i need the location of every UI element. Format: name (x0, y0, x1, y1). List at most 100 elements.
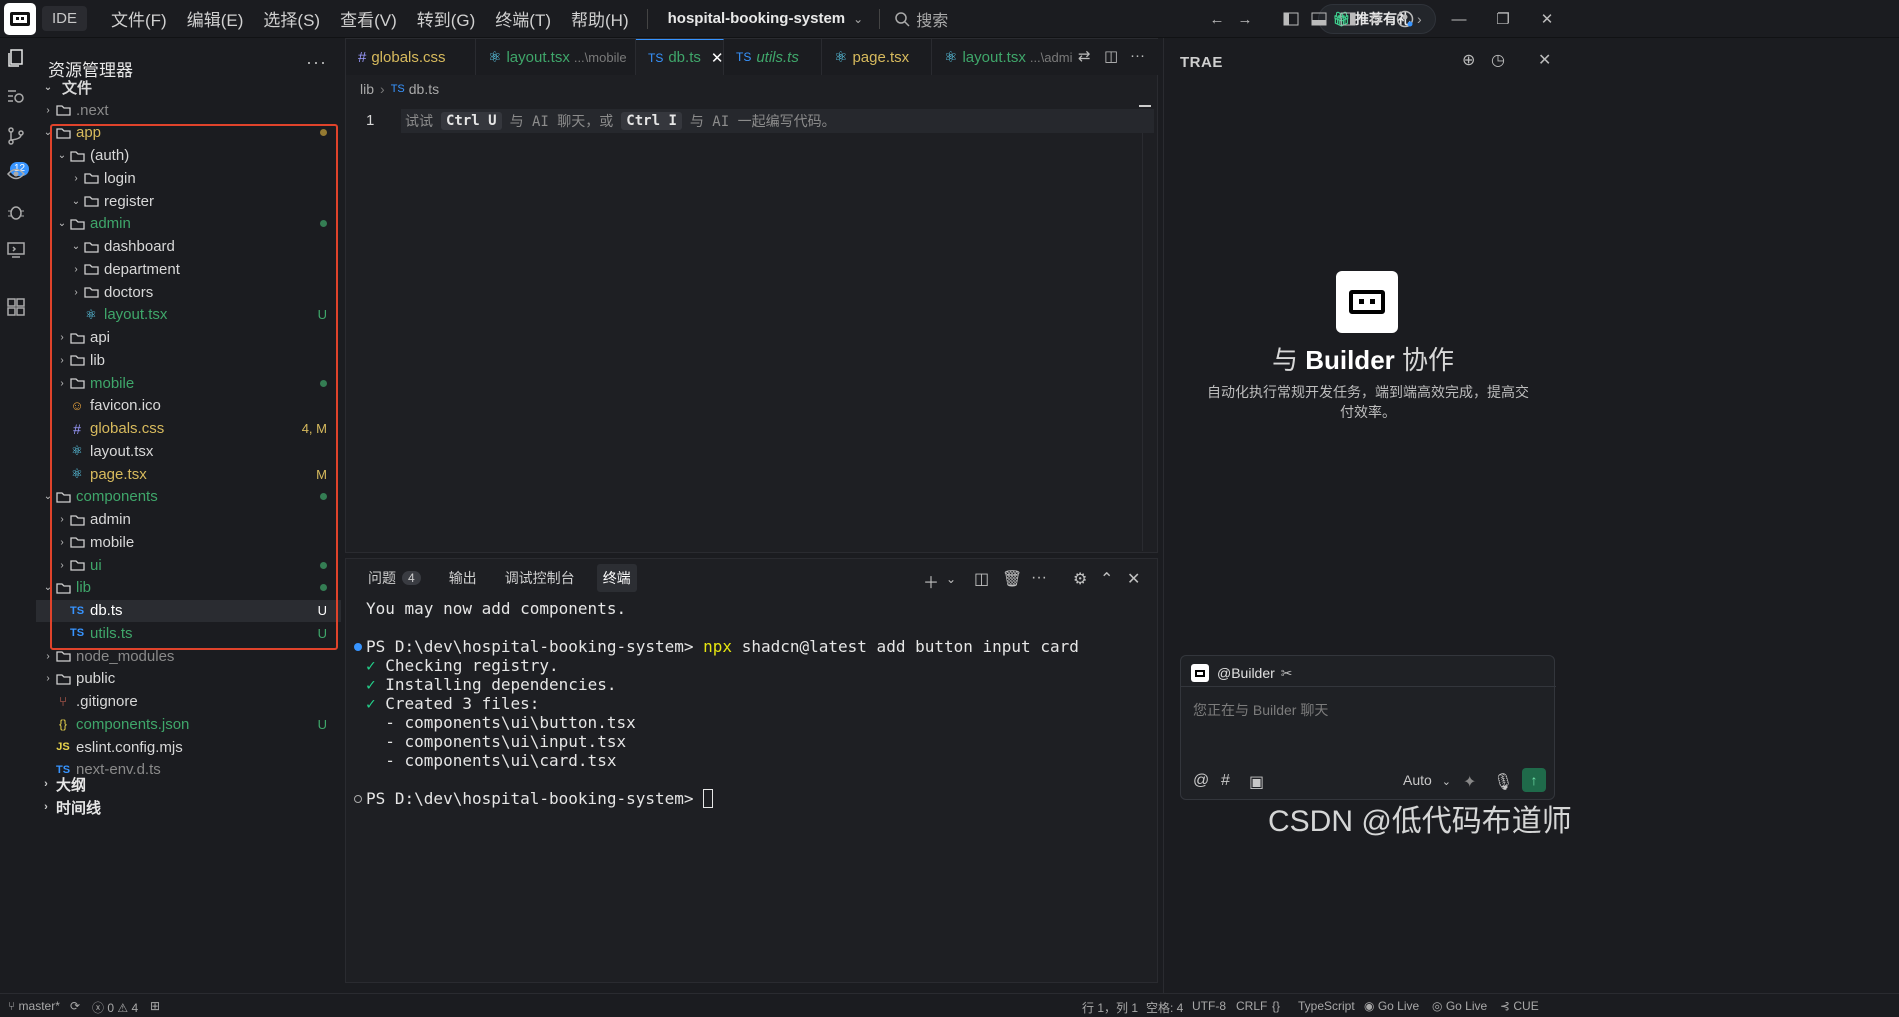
scrollbar[interactable] (1142, 133, 1143, 551)
menu-file[interactable]: 文件(F) (111, 6, 167, 31)
tab-terminal[interactable]: 终端 (596, 564, 637, 592)
chevron-down-icon[interactable]: ⌄ (853, 12, 863, 26)
debug-icon[interactable] (4, 200, 28, 224)
ide-mode-button[interactable]: IDE (42, 6, 88, 31)
close-panel-icon[interactable]: ✕ (1127, 569, 1140, 589)
remote-explorer-icon[interactable] (4, 238, 28, 262)
tree-item[interactable]: › public (36, 668, 341, 690)
hash-icon[interactable]: # (1221, 772, 1230, 790)
tree-item[interactable]: › mobile (36, 372, 341, 394)
restore-icon[interactable]: ❐ (1492, 8, 1514, 30)
cursor-position[interactable]: 行 1，列 1 (1082, 999, 1138, 1016)
extensions-icon[interactable] (4, 295, 28, 319)
more-actions-icon[interactable]: ··· (306, 52, 327, 73)
tree-item[interactable]: › lib (36, 349, 341, 371)
search-box[interactable]: 搜索 (894, 7, 948, 31)
eye-icon[interactable] (4, 162, 28, 186)
close-icon[interactable]: ✕ (1536, 8, 1558, 30)
explorer-icon[interactable] (4, 46, 28, 70)
toggle-right-panel-icon[interactable] (1337, 8, 1359, 30)
cue-button[interactable]: ⊰ CUE (1500, 999, 1539, 1013)
history-icon[interactable]: ◷ (1491, 50, 1505, 70)
menu-selection[interactable]: 选择(S) (263, 6, 320, 31)
tree-item[interactable]: ⚛ layout.tsx U (36, 304, 341, 326)
tree-item[interactable]: › .next (36, 99, 341, 121)
problems-indicator[interactable]: ⓧ 0 ⚠ 4 (92, 999, 138, 1016)
toggle-sidebar-icon[interactable] (1280, 8, 1302, 30)
back-arrow-icon[interactable]: ← (1206, 8, 1228, 30)
tab-debug-console[interactable]: 调试控制台 (499, 564, 581, 592)
tab-layout-mobile[interactable]: ⚛ layout.tsx ...\mobile (476, 39, 636, 75)
tree-item[interactable]: # globals.css 4, M (36, 418, 341, 440)
branch-indicator[interactable]: ⑂ master* (8, 999, 60, 1013)
tree-item[interactable]: › login (36, 167, 341, 189)
search-icon[interactable] (4, 84, 28, 108)
trash-icon[interactable]: 🗑︎ (1002, 569, 1022, 589)
maximize-panel-icon[interactable]: ⌃ (1100, 569, 1113, 589)
project-selector[interactable]: hospital-booking-system (668, 10, 846, 27)
go-live-button[interactable]: ◎ Go Live (1432, 999, 1487, 1013)
settings-sliders-icon[interactable]: ⚙︎ (1073, 569, 1087, 589)
tab-output[interactable]: 输出 (443, 564, 483, 592)
forward-arrow-icon[interactable]: → (1234, 8, 1256, 30)
encoding[interactable]: UTF-8 (1192, 999, 1226, 1013)
tree-item[interactable]: › doctors (36, 281, 341, 303)
tree-item[interactable]: ⑂ .gitignore (36, 691, 341, 713)
menu-view[interactable]: 查看(V) (340, 6, 397, 31)
agent-selector[interactable]: @Builder ✂ (1191, 662, 1293, 684)
terminal-output[interactable]: You may now add components. PS D:\dev\ho… (354, 599, 1154, 808)
tab-layout-admin[interactable]: ⚛ layout.tsx ...\admin (932, 39, 1072, 75)
tree-item[interactable]: ⌄ register (36, 190, 341, 212)
menu-help[interactable]: 帮助(H) (571, 6, 629, 31)
editor-line[interactable]: 试试 Ctrl U 与 AI 聊天，或 Ctrl I 与 AI 一起编写代码。 (401, 109, 1154, 133)
minimize-icon[interactable]: — (1448, 8, 1470, 30)
account-icon[interactable] (1394, 8, 1416, 30)
close-icon[interactable]: ✕ (1538, 50, 1551, 70)
menu-edit[interactable]: 编辑(E) (187, 6, 244, 31)
ports-icon[interactable]: ⊞ (150, 999, 160, 1013)
tree-item[interactable]: JS eslint.config.mjs (36, 736, 341, 758)
timeline-section[interactable]: › 时间线 (36, 796, 341, 818)
tree-item[interactable]: ⌄ (auth) (36, 145, 341, 167)
breadcrumb-file[interactable]: db.ts (409, 81, 439, 97)
tree-item[interactable]: ⌄ admin (36, 213, 341, 235)
tree-item[interactable]: TS utils.ts U (36, 622, 341, 644)
sparkle-icon[interactable]: ✦ (1463, 772, 1476, 792)
tree-item[interactable]: TS db.ts U (36, 599, 341, 622)
tree-item[interactable]: ☺ favicon.ico (36, 395, 341, 417)
sync-icon[interactable]: ⟳ (70, 999, 80, 1013)
image-icon[interactable]: ▣ (1249, 772, 1264, 792)
send-button[interactable]: ↑ (1522, 768, 1546, 792)
tree-item[interactable]: ⚛ page.tsx M (36, 463, 341, 485)
tree-item[interactable]: › ui (36, 554, 341, 576)
language-mode[interactable]: TypeScript (1298, 999, 1355, 1013)
mention-icon[interactable]: @ (1193, 772, 1209, 790)
menu-terminal[interactable]: 终端(T) (495, 6, 551, 31)
tree-item[interactable]: ⌄ components (36, 486, 341, 508)
outline-section[interactable]: › 大纲 (36, 773, 341, 795)
line-ending[interactable]: CRLF (1236, 999, 1267, 1013)
split-terminal-icon[interactable]: ◫ (974, 569, 989, 589)
tree-item[interactable]: › department (36, 258, 341, 280)
close-tab-icon[interactable]: ✕ (711, 49, 724, 67)
tab-db-ts[interactable]: TS db.ts ✕ (636, 39, 724, 75)
compare-changes-icon[interactable]: ⇄ (1078, 47, 1091, 65)
tab-utils-ts[interactable]: TS utils.ts (724, 39, 822, 75)
tree-item[interactable]: › admin (36, 509, 341, 531)
chat-input[interactable]: 您正在与 Builder 聊天 (1193, 700, 1328, 720)
toggle-panel-icon[interactable] (1308, 8, 1330, 30)
menu-go[interactable]: 转到(G) (417, 6, 476, 31)
gear-icon[interactable]: ⚙︎ (1365, 8, 1387, 30)
go-live-button[interactable]: ◉ Go Live (1364, 999, 1419, 1013)
tab-problems[interactable]: 问题 4 (362, 564, 427, 592)
tree-item[interactable]: ⌄ lib (36, 577, 341, 599)
split-editor-icon[interactable]: ◫ (1104, 47, 1118, 65)
new-terminal-icon[interactable]: ＋ (923, 569, 939, 593)
source-control-icon[interactable] (4, 124, 28, 148)
more-actions-icon[interactable]: ··· (1031, 569, 1047, 587)
tree-item[interactable]: › node_modules (36, 645, 341, 667)
tab-globals-css[interactable]: # globals.css (346, 39, 476, 75)
tree-item[interactable]: › api (36, 327, 341, 349)
tree-item[interactable]: ⌄ app (36, 122, 341, 144)
tab-page-tsx[interactable]: ⚛ page.tsx (822, 39, 932, 75)
